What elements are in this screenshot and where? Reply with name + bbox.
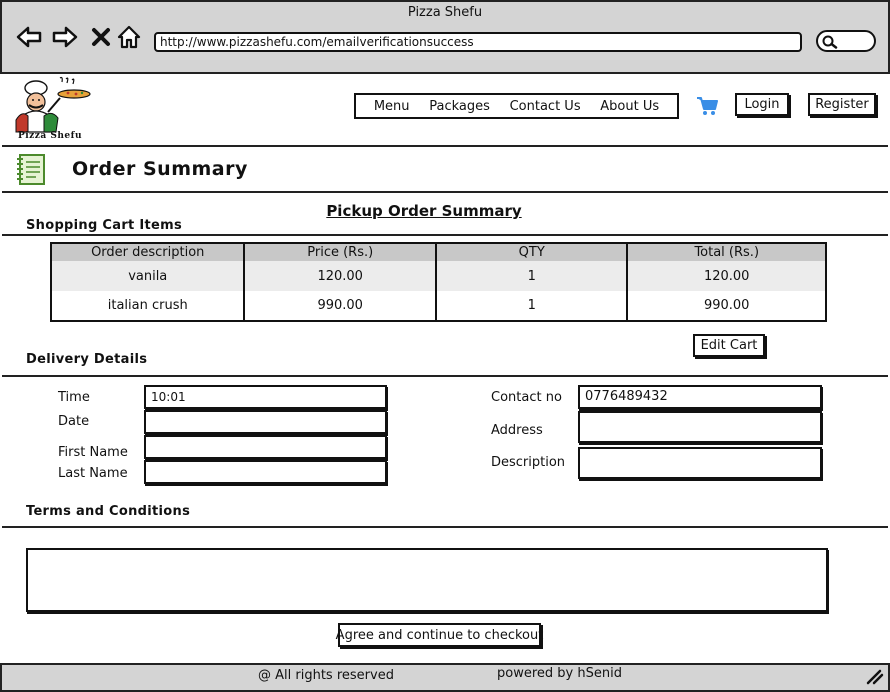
divider — [2, 234, 888, 236]
date-input[interactable] — [144, 410, 387, 434]
footer-powered-text: powered by hSenid — [497, 666, 622, 681]
table-row: italian crush 990.00 1 990.00 — [51, 291, 826, 321]
address-input[interactable] — [578, 411, 822, 443]
divider — [2, 526, 888, 528]
edit-cart-button[interactable]: Edit Cart — [693, 334, 765, 357]
time-input[interactable]: 10:01 — [144, 385, 387, 409]
divider — [2, 375, 888, 377]
cell-price: 120.00 — [243, 261, 436, 291]
footer — [0, 663, 890, 692]
nav-packages[interactable]: Packages — [429, 99, 490, 114]
time-label: Time — [58, 390, 90, 405]
divider — [2, 191, 888, 193]
back-arrow-icon[interactable] — [16, 24, 42, 50]
shopping-cart-section-label: Shopping Cart Items — [26, 218, 183, 233]
cell-total: 990.00 — [626, 291, 826, 321]
first-name-input[interactable] — [144, 435, 387, 459]
column-header-description: Order description — [51, 243, 245, 261]
divider — [2, 145, 888, 147]
nav-menu[interactable]: Menu — [374, 99, 410, 114]
nav-about-us[interactable]: About Us — [600, 99, 659, 114]
cell-price: 990.00 — [243, 291, 436, 321]
notepad-icon — [16, 152, 48, 190]
cell-description: vanila — [51, 261, 245, 291]
window-title: Pizza Shefu — [407, 5, 483, 20]
column-header-total: Total (Rs.) — [626, 243, 826, 261]
main-navigation: Menu Packages Contact Us About Us — [354, 93, 679, 119]
cell-qty: 1 — [434, 261, 628, 291]
contact-no-input[interactable]: 0776489432 — [578, 385, 822, 409]
last-name-input[interactable] — [144, 460, 387, 484]
table-header-row: Order description Price (Rs.) QTY Total … — [51, 243, 826, 261]
contact-no-label: Contact no — [491, 390, 562, 405]
description-input[interactable] — [578, 447, 822, 479]
last-name-label: Last Name — [58, 466, 128, 481]
cell-description: italian crush — [51, 291, 245, 321]
cell-qty: 1 — [434, 291, 628, 321]
footer-rights-text: @ All rights reserved — [258, 668, 394, 683]
first-name-label: First Name — [58, 445, 128, 460]
address-label: Address — [491, 423, 543, 438]
column-header-price: Price (Rs.) — [243, 243, 436, 261]
address-bar[interactable]: http://www.pizzashefu.com/emailverificat… — [154, 32, 802, 52]
close-icon[interactable] — [88, 24, 114, 50]
agree-checkout-button[interactable]: Agree and continue to checkout — [336, 623, 543, 647]
column-header-qty: QTY — [434, 243, 628, 261]
terms-section-label: Terms and Conditions — [26, 504, 191, 519]
nav-contact-us[interactable]: Contact Us — [510, 99, 581, 114]
description-label: Description — [491, 455, 566, 470]
resize-grip-icon[interactable] — [866, 669, 884, 689]
table-row: vanila 120.00 1 120.00 — [51, 261, 826, 291]
login-button[interactable]: Login — [735, 93, 789, 116]
delivery-details-section-label: Delivery Details — [26, 352, 148, 367]
terms-text-area[interactable] — [26, 548, 828, 612]
cart-table: Order description Price (Rs.) QTY Total … — [50, 242, 827, 322]
browser-search-box[interactable] — [816, 30, 876, 52]
register-button[interactable]: Register — [808, 93, 876, 116]
shopping-cart-icon[interactable] — [696, 96, 718, 116]
cell-total: 120.00 — [626, 261, 826, 291]
search-icon — [822, 35, 838, 49]
page-title: Order Summary — [72, 158, 248, 180]
home-icon[interactable] — [116, 24, 142, 50]
logo-text: Pizza Shefu — [18, 131, 83, 141]
date-label: Date — [58, 414, 90, 429]
forward-arrow-icon[interactable] — [52, 24, 78, 50]
